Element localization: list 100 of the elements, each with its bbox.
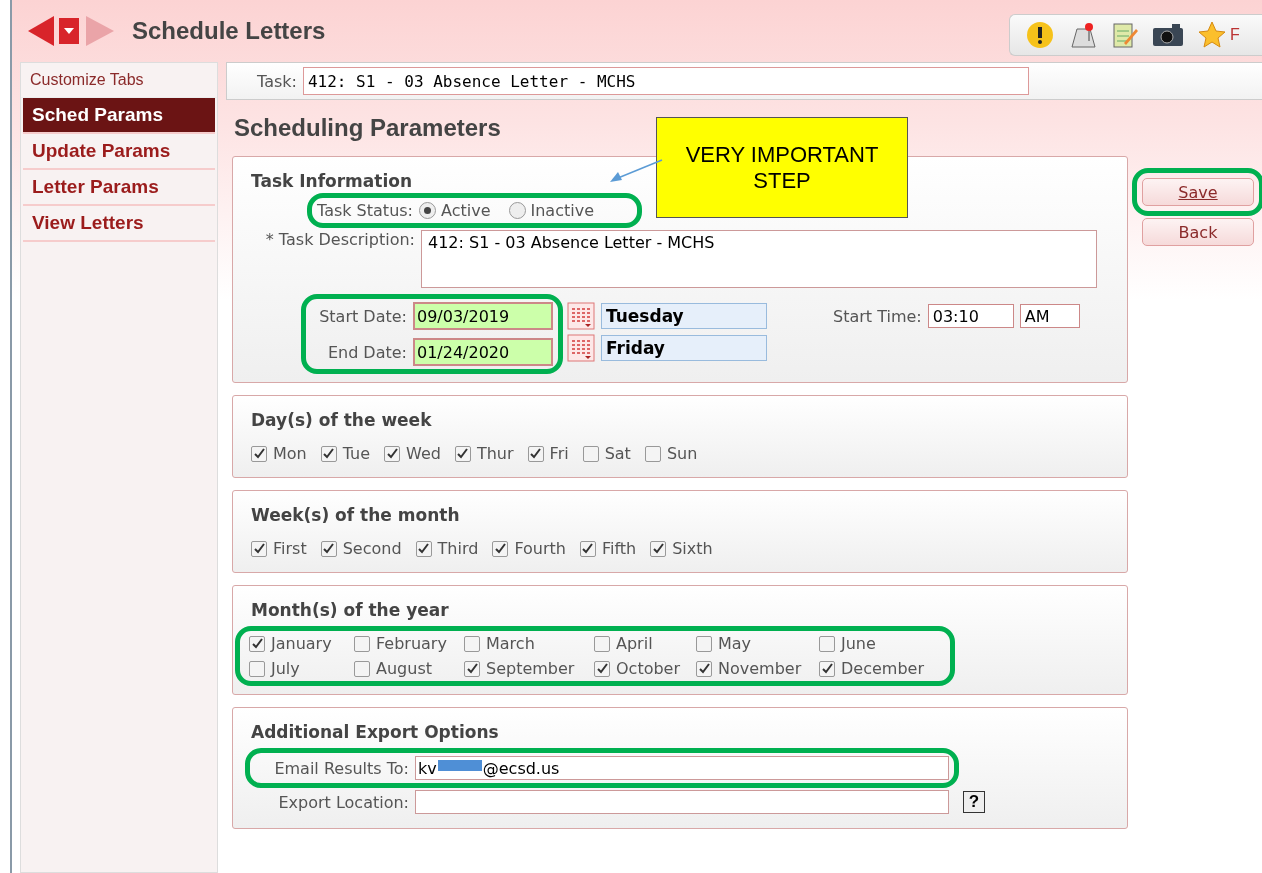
checkbox[interactable] — [819, 660, 835, 677]
date-field[interactable]: 09/03/2019 — [413, 302, 553, 330]
check-icon — [323, 448, 335, 459]
radio-button[interactable] — [508, 202, 526, 219]
checkbox-label: August — [376, 659, 432, 678]
checkbox-label: December — [841, 659, 924, 678]
panel-title: Day(s) of the week — [251, 410, 432, 430]
checkbox[interactable] — [579, 540, 596, 557]
checkbox[interactable] — [251, 540, 267, 557]
callout-note: VERY IMPORTANT STEP — [656, 117, 908, 218]
checkbox-label: October — [616, 659, 681, 678]
checkbox-label: Fourth — [514, 539, 566, 558]
day-field: Tuesday — [601, 303, 767, 329]
check-icon — [494, 543, 506, 554]
check-icon — [582, 543, 594, 554]
checkbox-label: Wed — [406, 444, 441, 463]
back-button[interactable]: Back — [1142, 218, 1254, 246]
star-icon[interactable] — [1198, 21, 1226, 49]
checkbox-label: Fifth — [601, 539, 637, 558]
radio-label: Inactive — [530, 201, 594, 220]
check-icon — [386, 448, 398, 459]
checkbox[interactable] — [384, 445, 401, 462]
save-button[interactable]: Save — [1142, 178, 1254, 206]
checkbox[interactable] — [249, 635, 265, 652]
checkbox[interactable] — [354, 660, 370, 677]
panel-title: Task Information — [251, 171, 413, 191]
checkbox[interactable] — [594, 660, 610, 677]
map-pin-icon[interactable] — [1068, 21, 1098, 49]
section-heading: Scheduling Parameters — [233, 113, 501, 143]
field-label: Export Location: — [277, 792, 409, 812]
field-label: Task Status: — [317, 201, 413, 220]
check-icon — [253, 543, 265, 554]
toolbar-label[interactable]: F — [1230, 26, 1240, 44]
check-icon — [596, 663, 608, 674]
sidebar-item[interactable]: View Letters — [23, 206, 215, 242]
panel-title: Week(s) of the month — [251, 505, 460, 525]
date-field[interactable]: 01/24/2020 — [413, 338, 553, 366]
checkbox-label: November — [718, 659, 802, 678]
checkbox[interactable] — [582, 445, 599, 462]
checkbox-label: April — [616, 634, 653, 653]
panel-title: Additional Export Options — [251, 722, 499, 742]
checkbox-label: Tue — [342, 444, 371, 463]
checkbox-label: March — [486, 634, 535, 653]
email-text: kv — [418, 758, 437, 778]
checkbox[interactable] — [320, 540, 337, 557]
help-button[interactable]: ? — [963, 791, 985, 813]
time-field[interactable]: 03:10 — [927, 304, 1014, 328]
sidebar-item[interactable]: Sched Params — [23, 98, 215, 134]
checkbox[interactable] — [354, 635, 370, 652]
checkbox-label: First — [273, 539, 307, 558]
checkbox-label: Mon — [273, 444, 307, 463]
checkbox-label: Fri — [549, 444, 569, 463]
calendar-icon[interactable] — [567, 302, 595, 330]
checkbox-label: May — [718, 634, 752, 653]
checkbox[interactable] — [644, 445, 661, 462]
radio-button[interactable] — [419, 202, 436, 219]
checkbox-label: Sixth — [672, 539, 713, 558]
task-label: Task: — [257, 71, 297, 91]
sidebar-item[interactable]: Letter Params — [23, 170, 215, 206]
check-icon — [251, 638, 263, 649]
checkbox[interactable] — [527, 445, 544, 462]
check-icon — [418, 543, 430, 554]
checkbox[interactable] — [594, 635, 610, 652]
checkbox[interactable] — [249, 660, 265, 677]
panel-title: Month(s) of the year — [251, 600, 449, 620]
checkbox[interactable] — [696, 660, 712, 677]
checkbox-label: Second — [342, 539, 402, 558]
check-icon — [253, 448, 265, 459]
description-field[interactable]: 412: S1 - 03 Absence Letter - MCHS — [421, 230, 1097, 288]
checkbox-label: Thur — [476, 444, 514, 463]
checkbox-label: February — [376, 634, 447, 653]
checkbox-label: September — [486, 659, 575, 678]
checkbox[interactable] — [696, 635, 712, 652]
ampm-field[interactable]: AM — [1019, 304, 1080, 328]
checkbox[interactable] — [454, 445, 471, 462]
day-field: Friday — [601, 335, 767, 361]
checkbox[interactable] — [415, 540, 432, 557]
checkbox[interactable] — [650, 540, 667, 557]
calendar-icon[interactable] — [567, 334, 595, 362]
checkbox[interactable] — [464, 660, 480, 677]
checkbox[interactable] — [320, 445, 337, 462]
camera-icon[interactable] — [1152, 22, 1184, 48]
field-label: Email Results To: — [273, 758, 409, 778]
checkbox[interactable] — [492, 540, 509, 557]
checkbox[interactable] — [819, 635, 835, 652]
checkbox[interactable] — [251, 445, 267, 462]
checkbox[interactable] — [464, 635, 480, 652]
check-icon — [698, 663, 710, 674]
warning-icon[interactable] — [1026, 21, 1054, 49]
window-title: Schedule Letters — [132, 17, 326, 45]
navigation-arrows-icon[interactable] — [26, 13, 116, 49]
export-location-field[interactable] — [415, 790, 949, 814]
checkbox-label: January — [271, 634, 332, 653]
check-icon — [323, 543, 335, 554]
sidebar-item[interactable]: Update Params — [23, 134, 215, 170]
email-field[interactable]: kv @ecsd.us — [415, 756, 949, 780]
task-field[interactable]: 412: S1 - 03 Absence Letter - MCHS — [302, 67, 1029, 95]
check-icon — [652, 543, 664, 554]
check-icon — [530, 448, 542, 459]
check-icon — [457, 448, 469, 459]
